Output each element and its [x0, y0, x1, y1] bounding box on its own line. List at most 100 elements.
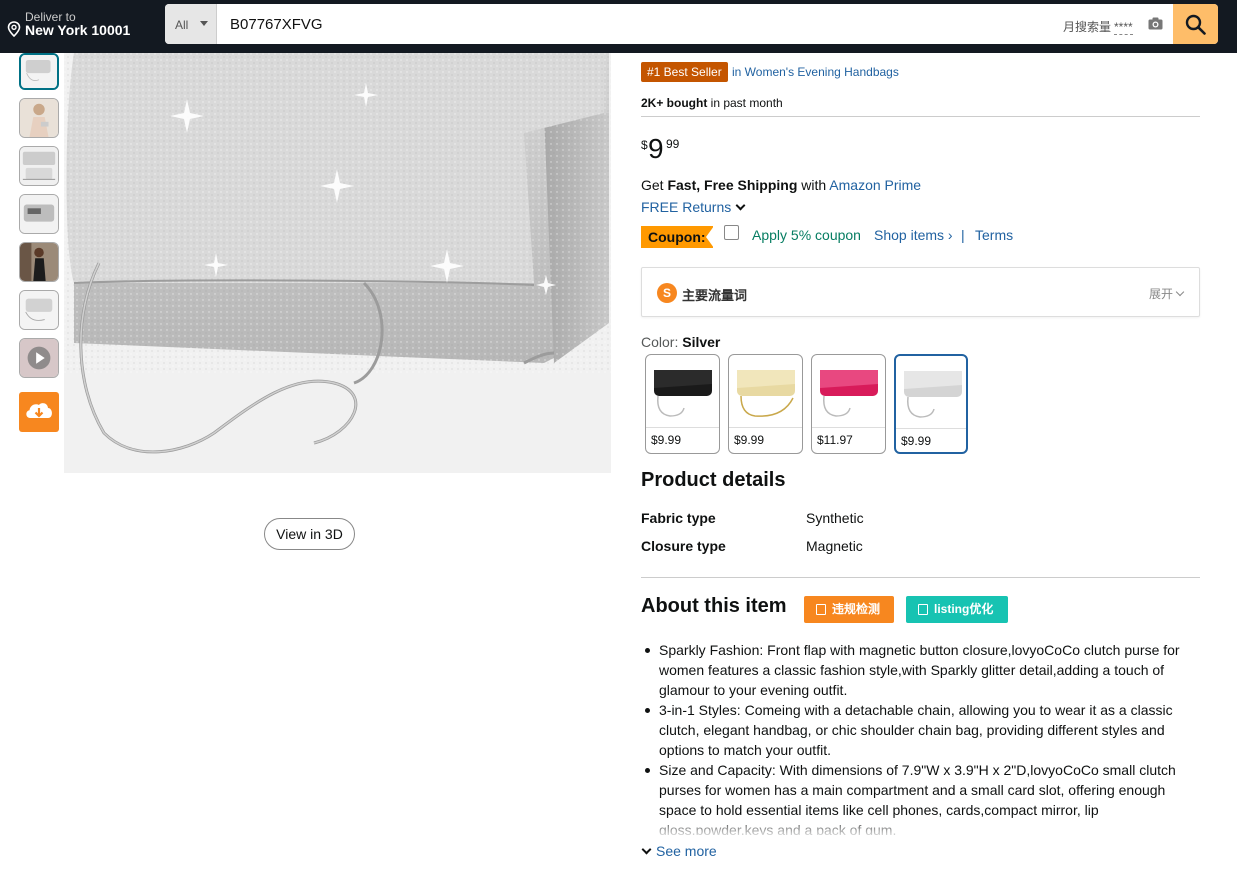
top-navigation-bar: Deliver to New York 10001 All 月搜索量**** [0, 0, 1237, 53]
chevron-down-icon [1175, 287, 1185, 297]
deliver-location: New York 10001 [25, 22, 131, 38]
compliance-check-button[interactable]: 违规检测 [804, 596, 894, 623]
feature-bullet: Sparkly Fashion: Front flap with magneti… [641, 640, 1200, 700]
coupon-badge: Coupon: [641, 226, 714, 248]
price-fraction: 99 [666, 137, 680, 151]
listing-optimize-label: listing优化 [934, 602, 994, 616]
swatch-image [737, 370, 795, 417]
compliance-check-label: 违规检测 [832, 602, 881, 616]
thumbnail-1[interactable] [19, 53, 59, 90]
monthly-search-label: 月搜索量 [1063, 20, 1112, 34]
download-images-button[interactable] [19, 392, 59, 432]
divider [641, 116, 1200, 117]
swatch-divider [729, 427, 802, 428]
thumbnail-3[interactable] [19, 146, 59, 186]
traffic-keywords-title: 主要流量词 [682, 288, 748, 303]
coupon-terms-link[interactable]: Terms [975, 227, 1013, 243]
bestseller-category-link[interactable]: in Women's Evening Handbags [732, 65, 899, 79]
thumbnail-image [20, 147, 58, 185]
search-input[interactable] [217, 4, 1097, 44]
color-label-prefix: Color: [641, 334, 683, 350]
thumbnail-image [20, 195, 58, 233]
free-returns-label: FREE Returns [641, 199, 732, 215]
detail-value: Magnetic [806, 538, 863, 554]
search-category-dropdown[interactable]: All [165, 4, 217, 44]
shipping-middle: with [797, 177, 830, 193]
swatch-divider [812, 427, 885, 428]
color-swatch-pink[interactable]: $11.97 [811, 354, 886, 454]
price-symbol: $ [641, 138, 648, 152]
bestseller-row: #1 Best Seller in Women's Evening Handba… [641, 62, 1200, 82]
detail-key: Fabric type [641, 510, 716, 526]
document-search-icon [816, 604, 826, 615]
monthly-search-volume: 月搜索量 **** [1063, 18, 1133, 35]
search-icon [1185, 14, 1206, 35]
traffic-keywords-panel: S 主要流量词 展开 [641, 267, 1200, 317]
cloud-download-icon [26, 403, 52, 418]
swatch-image [904, 371, 962, 418]
expand-label: 展开 [1148, 287, 1173, 301]
thumbnail-image [22, 55, 56, 88]
swatch-price: $11.97 [817, 433, 853, 447]
thumbnail-2[interactable] [19, 98, 59, 138]
location-pin-icon [7, 21, 21, 37]
feature-bullets: Sparkly Fashion: Front flap with magneti… [641, 640, 1200, 835]
chevron-down-icon [735, 200, 746, 211]
search-bar: All 月搜索量**** [165, 4, 1218, 44]
thumbnail-5[interactable] [19, 242, 59, 282]
about-this-item-title: About this item [641, 595, 787, 617]
bought-count: 2K+ bought in past month [641, 96, 783, 110]
camera-icon[interactable] [1148, 17, 1163, 30]
product-details-title: Product details [641, 469, 786, 491]
bought-count-bold: 2K+ bought [641, 96, 708, 110]
deliver-to-location[interactable]: Deliver to New York 10001 [7, 8, 157, 44]
see-more-label: See more [656, 843, 717, 859]
see-more-link[interactable]: See more [641, 843, 717, 859]
selected-color: Silver [682, 334, 721, 350]
thumbnail-image [20, 291, 58, 329]
detail-key: Closure type [641, 538, 726, 554]
swatch-price: $9.99 [734, 433, 765, 447]
main-product-image[interactable] [64, 53, 611, 473]
color-swatch-black[interactable]: $9.99 [645, 354, 720, 454]
thumbnail-4[interactable] [19, 194, 59, 234]
shipping-prefix: Get [641, 177, 668, 193]
shipping-bold: Fast, Free Shipping [667, 177, 798, 193]
shipping-info: Get Fast, Free Shipping with Amazon Prim… [641, 177, 921, 193]
price-whole: 9 [648, 133, 664, 164]
color-swatch-gold[interactable]: $9.99 [728, 354, 803, 454]
feature-bullet: 3-in-1 Styles: Comeing with a detachable… [641, 700, 1200, 760]
search-category-label: All [175, 18, 189, 32]
play-video-icon [20, 339, 58, 377]
swatch-divider [646, 427, 719, 428]
coupon-checkbox[interactable] [724, 225, 739, 240]
thumbnail-6[interactable] [19, 290, 59, 330]
thumbnail-image [20, 99, 58, 137]
swatch-price: $9.99 [901, 434, 932, 448]
monthly-search-value[interactable]: **** [1114, 20, 1133, 35]
swatch-image [820, 370, 878, 417]
color-label: Color: Silver [641, 334, 720, 350]
clutch-bag-illustration [64, 53, 611, 473]
plugin-logo-icon: S [657, 283, 677, 303]
shop-items-link[interactable]: Shop items › [874, 227, 953, 243]
swatch-image [654, 370, 712, 417]
bought-count-rest: in past month [707, 96, 783, 110]
listing-optimize-button[interactable]: listing优化 [906, 596, 1008, 623]
divider [641, 577, 1200, 578]
expand-toggle[interactable]: 展开 [1148, 285, 1185, 302]
bestseller-badge[interactable]: #1 Best Seller [641, 62, 728, 82]
detail-value: Synthetic [806, 510, 864, 526]
view-in-3d-button[interactable]: View in 3D [264, 518, 355, 550]
bullets-fade [641, 815, 1200, 837]
color-swatch-silver[interactable]: $9.99 [894, 354, 968, 454]
coupon-separator: | [961, 227, 965, 243]
apply-coupon-label[interactable]: Apply 5% coupon [752, 227, 861, 243]
swatch-divider [896, 428, 966, 429]
search-button[interactable] [1173, 4, 1218, 44]
edit-icon [918, 604, 928, 615]
free-returns-dropdown[interactable]: FREE Returns [641, 199, 746, 215]
thumbnail-video[interactable] [19, 338, 59, 378]
amazon-prime-link[interactable]: Amazon Prime [829, 177, 921, 193]
chevron-down-icon [641, 844, 652, 855]
